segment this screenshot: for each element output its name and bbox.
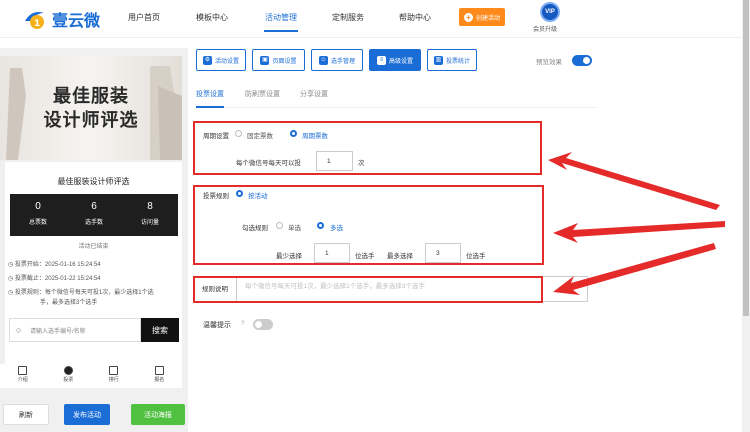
annotation-arrows <box>548 152 725 295</box>
arrow-icon <box>553 221 725 243</box>
arrow-icon <box>553 243 716 295</box>
page-scrollbar[interactable] <box>742 0 750 432</box>
arrow-icon <box>548 152 720 210</box>
scrollbar-thumb[interactable] <box>743 0 749 316</box>
